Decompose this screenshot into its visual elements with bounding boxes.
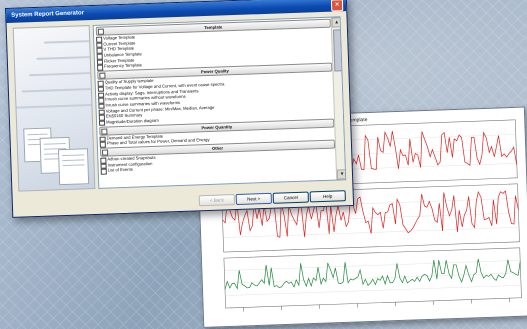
doc-line	[62, 154, 85, 157]
scroll-thumb[interactable]	[332, 29, 343, 72]
template-item-label: List of Events	[107, 167, 133, 173]
report-generator-dialog: System Report Generator × Template Voltag…	[5, 0, 355, 218]
template-item-label: Magnitude/Duration diagram	[105, 117, 159, 125]
dialog-buttons: < Back Next > Cancel Help	[13, 190, 353, 211]
doc-line	[62, 164, 85, 167]
dialog-title: System Report Generator	[11, 10, 85, 19]
stair-line	[16, 104, 92, 109]
group-checkbox[interactable]	[102, 149, 109, 156]
close-button[interactable]: ×	[330, 0, 344, 12]
template-list[interactable]: Template Voltage Template Current Template…	[92, 16, 347, 189]
template-checkbox[interactable]	[100, 168, 107, 175]
stair-line	[36, 56, 90, 60]
group-header-label: Power Quantity	[201, 123, 233, 130]
scroll-down-arrow[interactable]: ▼	[336, 169, 347, 180]
group-checkbox[interactable]	[101, 128, 108, 135]
wizard-graphic	[12, 25, 96, 192]
group-checkbox[interactable]	[99, 72, 106, 79]
group-header-label: Other	[211, 145, 224, 151]
group-header-label: Power Quality	[200, 68, 229, 75]
next-button[interactable]: Next >	[235, 192, 272, 206]
doc-line	[62, 159, 85, 162]
scroll-up-arrow[interactable]: ▲	[331, 17, 342, 28]
stair-line	[44, 40, 90, 44]
template-item-label: Frequency Template	[104, 62, 143, 70]
template-list-content: Template Voltage Template Current Template…	[94, 18, 345, 175]
doc-line	[43, 142, 66, 145]
stair-line	[29, 72, 91, 77]
help-button[interactable]: Help	[309, 190, 346, 203]
doc-line	[27, 133, 48, 136]
stair-line	[21, 88, 91, 93]
back-button[interactable]: < Back	[198, 194, 236, 207]
group-checkbox[interactable]	[97, 28, 104, 35]
group-header-label: Template	[204, 24, 223, 31]
template-checkbox[interactable]	[98, 120, 105, 127]
document-icon	[57, 148, 90, 186]
cancel-button[interactable]: Cancel	[272, 191, 309, 204]
